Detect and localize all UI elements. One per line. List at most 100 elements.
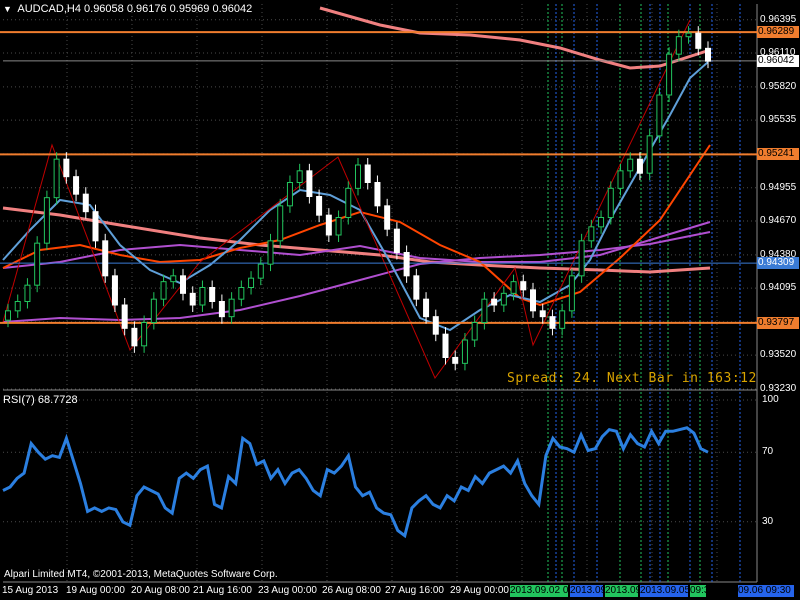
- candle-body: [121, 304, 128, 329]
- candle-body: [257, 263, 264, 279]
- candle-body: [442, 333, 449, 358]
- time-tick-label: 15 Aug 2013: [2, 585, 59, 596]
- candle-body: [111, 275, 118, 306]
- candle-body: [364, 164, 371, 183]
- candle-body: [189, 292, 196, 306]
- candle-body: [539, 310, 546, 318]
- session-time-tag: 2013.09.02 04:00: [510, 585, 568, 597]
- session-time-tag: 09.06 09:30: [738, 585, 794, 597]
- time-tick-label: 20 Aug 08:00: [131, 585, 190, 596]
- candle-body: [267, 240, 274, 265]
- rsi-title: RSI(7) 68.7728: [3, 394, 78, 406]
- candle-body: [588, 226, 595, 242]
- time-tick-label: 23 Aug 00:00: [258, 585, 317, 596]
- rsi-tick-label: 100: [762, 394, 779, 405]
- candle-body: [617, 170, 624, 189]
- candle-body: [598, 217, 605, 228]
- candle-body: [248, 277, 255, 288]
- candle-body: [374, 182, 381, 207]
- candle-body: [578, 240, 585, 277]
- price-tick-label: 0.96395: [760, 13, 797, 25]
- candle-body: [452, 357, 459, 364]
- candle-body: [92, 211, 99, 242]
- session-time-tag: 2013.09.04 08:00: [605, 585, 638, 597]
- candle-body: [695, 32, 702, 49]
- candle-body: [413, 275, 420, 300]
- chart-window[interactable]: ▼ AUDCAD,H4 0.96058 0.96176 0.95969 0.96…: [0, 0, 800, 600]
- candle-body: [170, 275, 177, 283]
- session-time-tag: 2013.09.03 00:00: [570, 585, 603, 597]
- price-tick-label: 0.94670: [760, 215, 797, 226]
- candle-body: [549, 316, 556, 329]
- time-tick-label: 21 Aug 16:00: [193, 585, 252, 596]
- price-tick-label: 0.93230: [760, 383, 797, 394]
- spread-info: Spread: 24. Next Bar in 163:12: [507, 371, 757, 386]
- candle-body: [238, 287, 245, 300]
- candle-body: [636, 158, 643, 174]
- candle-body: [481, 298, 488, 323]
- candle-body: [675, 36, 682, 55]
- candle-body: [218, 301, 225, 318]
- candle-body: [43, 197, 50, 244]
- candle-body: [423, 298, 430, 318]
- candle-body: [141, 322, 148, 347]
- candle-body: [82, 193, 89, 213]
- candle-body: [306, 170, 313, 197]
- candle-body: [461, 339, 468, 364]
- rsi-line: [2, 426, 709, 539]
- price-tick-label: 0.93520: [760, 349, 797, 361]
- level-price-label: 0.96042: [757, 54, 799, 67]
- candle-body: [510, 281, 517, 294]
- candle-body: [705, 47, 711, 62]
- candle-body: [335, 217, 342, 236]
- ohlc-values: 0.96058 0.96176 0.95969 0.96042: [84, 3, 253, 15]
- candle-body: [131, 327, 138, 347]
- rsi-tick-label: 30: [762, 515, 774, 527]
- candle-body: [393, 228, 400, 254]
- chart-title: ▼ AUDCAD,H4 0.96058 0.96176 0.95969 0.96…: [3, 3, 252, 15]
- candle-body: [471, 322, 478, 341]
- candle-body: [316, 196, 323, 216]
- candle-body: [520, 281, 527, 291]
- candle-body: [180, 275, 186, 294]
- candle-body: [24, 284, 31, 302]
- candle-body: [432, 316, 439, 335]
- candle-body: [646, 135, 653, 174]
- session-time-tag: 09:30: [690, 585, 706, 597]
- candle-body: [160, 281, 167, 300]
- session-time-tag: 2013.09.05 00:00: [640, 585, 688, 597]
- candle-body: [63, 158, 70, 178]
- level-price-label: 0.93797: [757, 316, 799, 329]
- copyright-text: Alpari Limited MT4, ©2001-2013, MetaQuot…: [4, 569, 278, 580]
- candle-body: [5, 310, 11, 321]
- time-tick-label: 27 Aug 16:00: [385, 585, 444, 596]
- candle-body: [656, 94, 663, 137]
- candle-body: [34, 242, 41, 286]
- candle-body: [607, 187, 614, 218]
- candle-body: [355, 164, 361, 189]
- candle-body: [403, 252, 410, 277]
- price-tick-label: 0.94095: [760, 282, 797, 294]
- candle-body: [491, 298, 498, 306]
- rsi-tick-label: 70: [762, 446, 774, 458]
- price-tick-label: 0.94955: [760, 181, 797, 193]
- candle-body: [325, 214, 332, 236]
- time-tick-label: 19 Aug 00:00: [66, 585, 125, 596]
- candle-body: [277, 205, 284, 242]
- level-price-label: 0.96289: [757, 26, 799, 39]
- symbol-timeframe: AUDCAD,H4: [17, 3, 81, 15]
- level-price-label: 0.94309: [757, 257, 799, 270]
- candle-body: [228, 298, 235, 318]
- candle-body: [53, 158, 60, 199]
- candle-body: [102, 240, 109, 277]
- price-chart[interactable]: [0, 0, 800, 600]
- candle-body: [14, 301, 21, 312]
- candle-body: [568, 275, 575, 312]
- dropdown-arrow-icon[interactable]: ▼: [3, 4, 12, 14]
- candle-body: [286, 182, 293, 207]
- price-tick-label: 0.95820: [760, 80, 797, 92]
- candle-body: [384, 205, 391, 230]
- candle-body: [73, 176, 80, 195]
- candle-body: [345, 187, 352, 218]
- time-tick-label: 26 Aug 08:00: [322, 585, 381, 596]
